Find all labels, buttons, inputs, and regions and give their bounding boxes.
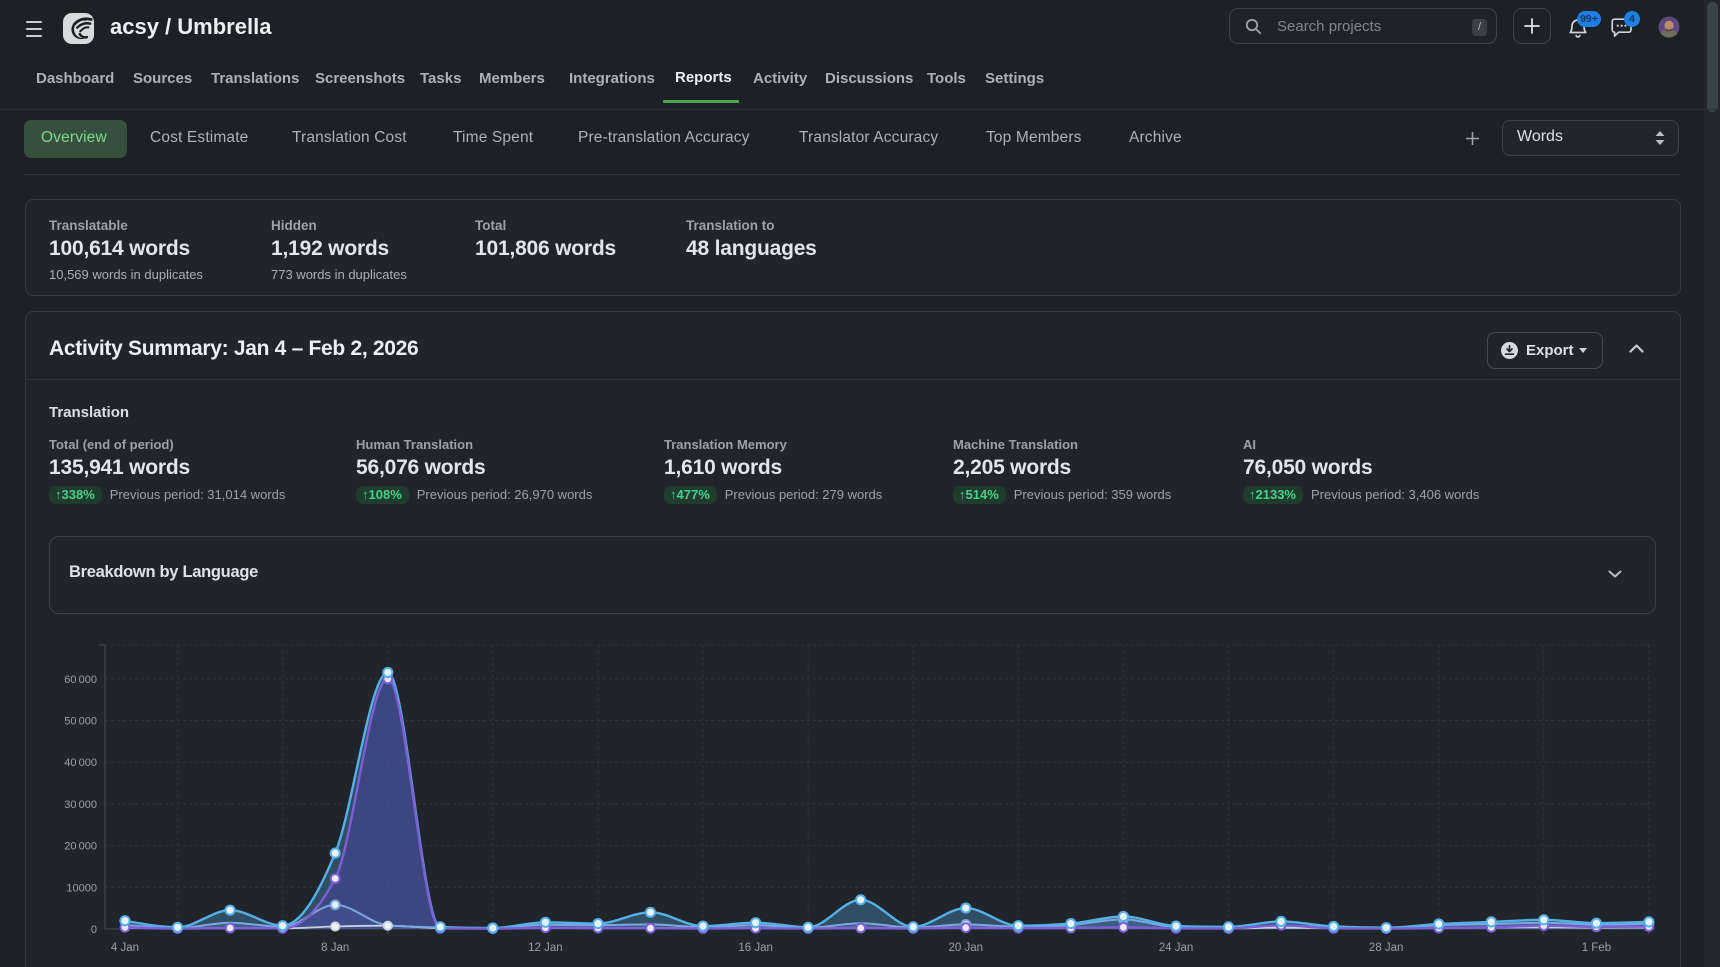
svg-text:20 000: 20 000 — [64, 841, 97, 853]
svg-text:50 000: 50 000 — [64, 716, 97, 728]
svg-text:40 000: 40 000 — [64, 757, 97, 769]
svg-text:24 Jan: 24 Jan — [1159, 942, 1194, 954]
svg-text:20 Jan: 20 Jan — [949, 942, 984, 954]
svg-text:28 Jan: 28 Jan — [1369, 942, 1404, 954]
svg-text:10000: 10000 — [66, 882, 97, 894]
svg-text:8 Jan: 8 Jan — [321, 942, 349, 954]
svg-text:60 000: 60 000 — [64, 674, 97, 686]
svg-text:4 Jan: 4 Jan — [111, 942, 139, 954]
svg-text:30 000: 30 000 — [64, 799, 97, 811]
svg-text:1 Feb: 1 Feb — [1582, 942, 1611, 954]
svg-text:0: 0 — [91, 924, 97, 936]
svg-text:12 Jan: 12 Jan — [528, 942, 563, 954]
svg-text:16 Jan: 16 Jan — [738, 942, 773, 954]
